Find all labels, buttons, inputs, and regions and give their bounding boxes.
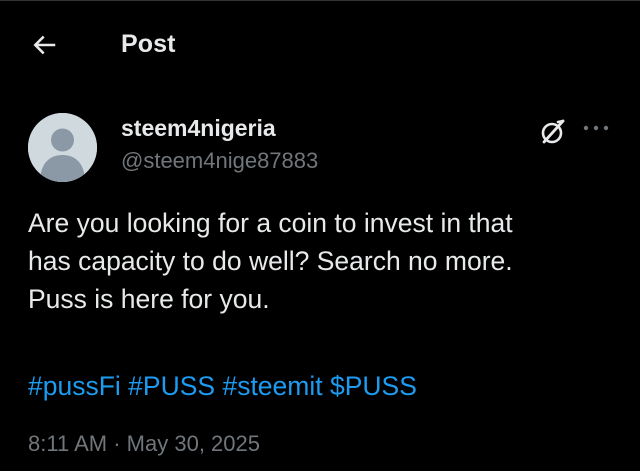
more-options-button[interactable] [576,113,616,143]
post-date: May 30, 2025 [126,431,260,456]
hashtag-link[interactable]: #steemit [222,371,322,401]
post-text-line: has capacity to do well? Search no more. [28,246,513,276]
default-avatar-icon [28,113,97,182]
avatar[interactable] [28,113,97,182]
post-text: Are you looking for a coin to invest in … [28,204,608,318]
post-header: Post [0,1,640,89]
arrow-left-icon [33,35,56,55]
grok-button[interactable] [536,115,570,149]
cashtag-link[interactable]: $PUSS [330,371,417,401]
hashtag-list: #pussFi #PUSS #steemit $PUSS [28,369,417,403]
meta-separator: · [113,431,121,456]
author-display-name[interactable]: steem4nigeria [121,115,276,142]
post-text-line: Are you looking for a coin to invest in … [28,208,513,238]
author-handle[interactable]: @steem4nige87883 [121,148,318,174]
grok-icon [541,119,565,144]
hashtag-link[interactable]: #PUSS [128,371,215,401]
back-button[interactable] [20,23,68,67]
page-title: Post [121,30,176,58]
more-horizontal-icon [583,125,609,131]
post-text-line: Puss is here for you. [28,284,270,314]
post-time: 8:11 AM [28,431,108,456]
post-timestamp[interactable]: 8:11 AM · May 30, 2025 [28,431,260,457]
hashtag-link[interactable]: #pussFi [28,371,121,401]
